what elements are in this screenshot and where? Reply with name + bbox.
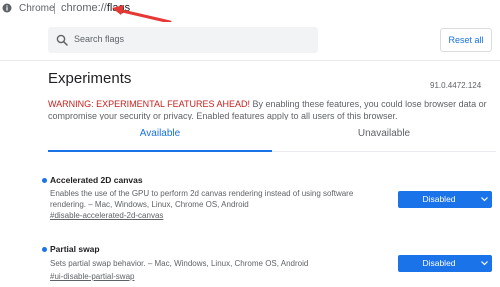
page-title: Experiments	[48, 70, 132, 87]
flag-state-select[interactable]: Disabled	[398, 255, 492, 272]
address-separator	[54, 3, 55, 14]
flag-name: Accelerated 2D canvas	[50, 175, 143, 185]
flag-description: Enables the use of the GPU to perform 2d…	[50, 189, 354, 209]
chevron-down-icon	[481, 261, 488, 266]
flag-description: Sets partial swap behavior. – Mac, Windo…	[50, 259, 309, 268]
search-placeholder: Search flags	[74, 34, 125, 44]
flag-state-select[interactable]: Disabled	[398, 191, 492, 208]
flag-status-dot	[42, 178, 47, 183]
search-flags-input[interactable]: Search flags	[48, 27, 318, 53]
flag-state-value: Disabled	[422, 194, 456, 204]
reset-all-button[interactable]: Reset all	[440, 28, 492, 52]
flag-link[interactable]: #ui-disable-partial-swap	[50, 272, 134, 281]
browser-label: Chrome	[19, 3, 55, 14]
tab-unavailable[interactable]: Unavailable	[272, 128, 496, 139]
url-scheme: chrome://	[61, 2, 107, 14]
warning-strong: WARNING: EXPERIMENTAL FEATURES AHEAD!	[48, 99, 251, 109]
active-tab-indicator	[48, 150, 272, 152]
annotation-arrow-icon	[112, 5, 172, 24]
search-icon	[56, 34, 68, 46]
address-bar[interactable]: Chrome chrome://flags	[0, 0, 500, 24]
chevron-down-icon	[481, 197, 488, 202]
flag-name: Partial swap	[50, 244, 100, 254]
tab-available[interactable]: Available	[48, 128, 272, 139]
flag-link[interactable]: #disable-accelerated-2d-canvas	[50, 211, 163, 220]
warning-message: WARNING: EXPERIMENTAL FEATURES AHEAD! By…	[48, 98, 496, 120]
version-number: 91.0.4472.124	[430, 81, 482, 90]
flag-state-value: Disabled	[422, 258, 456, 268]
info-icon[interactable]	[2, 3, 12, 13]
header-divider	[0, 60, 500, 61]
flag-status-dot	[42, 247, 47, 252]
